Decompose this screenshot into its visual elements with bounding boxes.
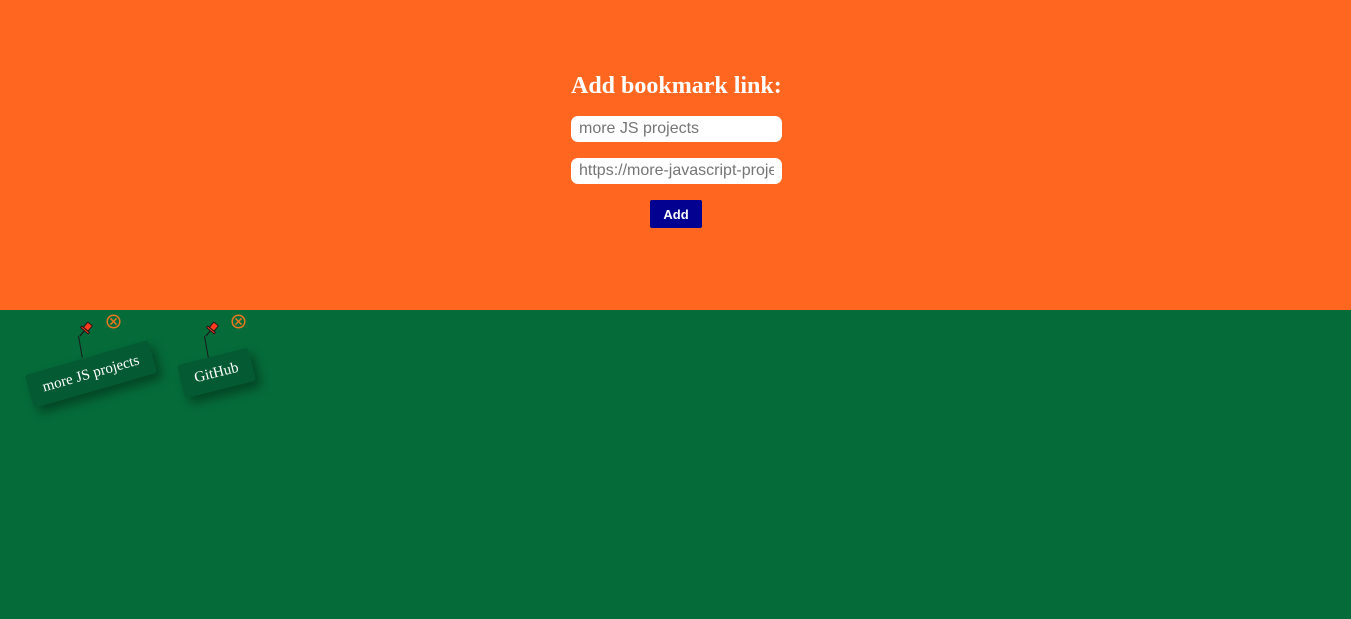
pin-string	[78, 335, 83, 358]
bookmark-link[interactable]: GitHub	[176, 347, 257, 399]
add-button[interactable]: Add	[650, 200, 702, 228]
bookmark-link[interactable]: more JS projects	[24, 340, 158, 408]
add-bookmark-section: Add bookmark link: Add	[0, 0, 1351, 310]
bookmark-url-input[interactable]	[571, 158, 782, 184]
bookmarks-board: more JS projects GitHub	[0, 310, 1351, 619]
circle-x-icon[interactable]	[106, 314, 121, 329]
pin-string	[204, 335, 209, 358]
circle-x-icon[interactable]	[231, 314, 246, 329]
form-title: Add bookmark link:	[571, 73, 782, 99]
pushpin-icon	[205, 321, 219, 337]
bookmark-name-input[interactable]	[571, 116, 782, 142]
add-bookmark-form: Add bookmark link: Add	[571, 72, 782, 228]
pushpin-icon	[79, 321, 93, 337]
